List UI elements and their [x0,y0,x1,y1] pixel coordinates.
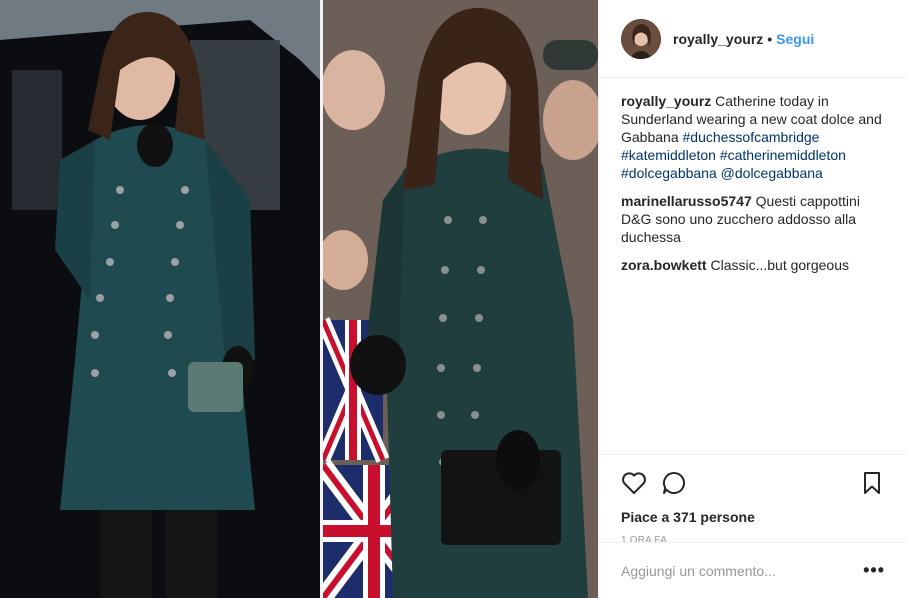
comment: marinellarusso5747 Questi cappottini D&G… [621,192,884,246]
comment-text: Classic...but gorgeous [710,257,849,273]
header-separator: • [767,30,773,47]
mention-link[interactable]: @dolcegabbana [721,165,823,181]
comment-input[interactable] [621,562,864,579]
hashtag-link[interactable]: #catherinemiddleton [720,147,846,163]
avatar-image [621,18,661,59]
post-username[interactable]: royally_yourz [673,31,763,47]
add-comment-bar: ••• [599,542,906,598]
comment: zora.bowkett Classic...but gorgeous [621,256,884,274]
photo-left-illustration [0,0,320,598]
photo-left-panel [0,0,320,598]
comment-icon[interactable] [661,470,687,496]
post-photo[interactable] [0,0,598,598]
hashtag-link[interactable]: #dolcegabbana [621,165,717,181]
likes-count[interactable]: Piace a 371 persone [621,509,885,525]
heart-icon[interactable] [621,470,647,496]
photo-right-illustration [323,0,598,598]
comment-username[interactable]: royally_yourz [621,93,711,109]
bookmark-icon[interactable] [859,470,885,496]
post-side-panel: royally_yourz • Segui royally_yourz Cath… [598,0,906,598]
avatar[interactable] [621,18,661,59]
follow-button[interactable]: Segui [776,31,814,47]
caption-comment: royally_yourz Catherine today in Sunderl… [621,92,884,182]
more-options-icon[interactable]: ••• [863,560,885,581]
action-icons [621,463,885,503]
post-header: royally_yourz • Segui [599,0,906,78]
hashtag-link[interactable]: #duchessofcambridge [683,129,820,145]
comment-username[interactable]: marinellarusso5747 [621,193,752,209]
comment-username[interactable]: zora.bowkett [621,257,707,273]
photo-right-panel [323,0,598,598]
comment-list: royally_yourz Catherine today in Sunderl… [599,78,906,454]
post-actions: Piace a 371 persone 1 ORA FA [599,454,906,546]
hashtag-link[interactable]: #katemiddleton [621,147,716,163]
